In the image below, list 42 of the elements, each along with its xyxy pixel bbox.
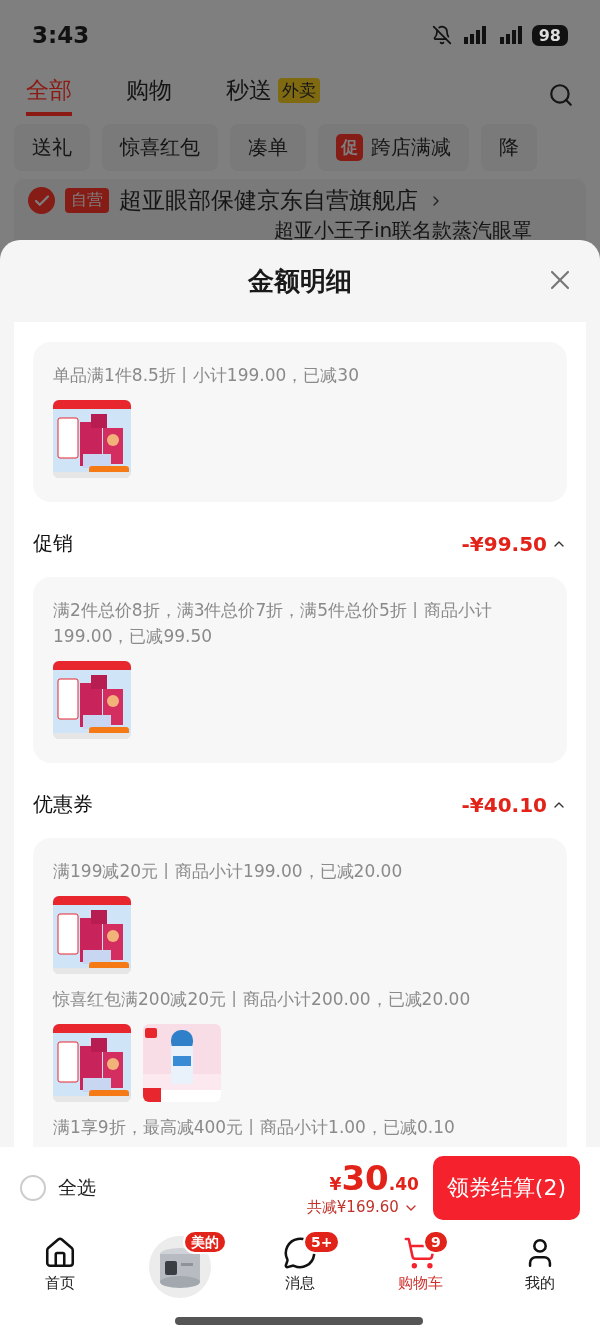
section-title: 优惠券 xyxy=(33,791,93,818)
tab-badge: 外卖 xyxy=(278,77,320,103)
filter-chip[interactable]: 凑单 xyxy=(230,124,306,171)
item-title: 超亚小王子in联名款蒸汽眼罩 xyxy=(274,218,534,242)
bell-muted-icon xyxy=(431,25,452,45)
section-amount: -¥40.10 xyxy=(461,792,547,817)
rule-text: 满199减20元丨商品小计199.00，已减20.00 xyxy=(53,860,404,883)
status-time: 3:43 xyxy=(32,22,90,48)
top-tab[interactable]: 全部 xyxy=(26,74,72,116)
chip-label: 跨店满减 xyxy=(371,134,451,161)
section-title: 促销 xyxy=(33,530,73,557)
top-tab[interactable]: 秒送 外卖 xyxy=(226,74,320,116)
checkout-button[interactable]: 领券结算(2) xyxy=(432,1155,580,1220)
battery-level: 98 xyxy=(531,24,568,46)
tab-bar-item[interactable]: 我的 xyxy=(525,1274,555,1293)
filter-chip[interactable]: 送礼 xyxy=(14,124,90,171)
filter-chip[interactable]: 降 xyxy=(481,124,537,171)
count-badge: 9 xyxy=(423,1230,449,1254)
total-price: ¥30.40 xyxy=(329,1158,419,1198)
rule-text: 惊喜红包满200减20元丨商品小计200.00，已减20.00 xyxy=(53,988,472,1011)
filter-chip[interactable]: 促 跨店满减 xyxy=(318,124,469,171)
store-tag: 自营 xyxy=(65,188,109,213)
filter-chip[interactable]: 惊喜红包 xyxy=(102,124,218,171)
tab-bar-item[interactable]: 首页 xyxy=(45,1274,75,1293)
section-amount: -¥99.50 xyxy=(461,531,547,556)
saved-amount[interactable]: 共减¥169.60 xyxy=(306,1198,399,1217)
count-badge: 5+ xyxy=(303,1230,341,1254)
select-all-label[interactable]: 全选 xyxy=(58,1174,96,1201)
search-icon[interactable] xyxy=(548,82,574,108)
home-icon xyxy=(43,1236,77,1270)
select-all-radio[interactable] xyxy=(20,1174,46,1201)
sheet-title: 金额明细 xyxy=(248,264,352,298)
rule-text: 满1享9折，最高减400元丨商品小计1.00，已减0.10 xyxy=(53,1116,456,1139)
top-tab[interactable]: 购物 xyxy=(126,74,172,116)
brand-badge: 美的 xyxy=(183,1230,227,1254)
rule-text: 单品满1件8.5折丨小计199.00，已减30 xyxy=(53,364,360,387)
tab-bar-item[interactable]: 消息 xyxy=(285,1274,315,1293)
tab-bar-item[interactable]: 购物车 xyxy=(397,1274,443,1293)
promo-tag: 促 xyxy=(336,134,363,161)
store-name[interactable]: 超亚眼部保健京东自营旗舰店 xyxy=(119,185,418,216)
store-checkbox[interactable] xyxy=(28,187,55,214)
rule-text: 满2件总价8折，满3件总价7折，满5件总价5折丨商品小计199.00，已减99.50 xyxy=(53,599,493,648)
